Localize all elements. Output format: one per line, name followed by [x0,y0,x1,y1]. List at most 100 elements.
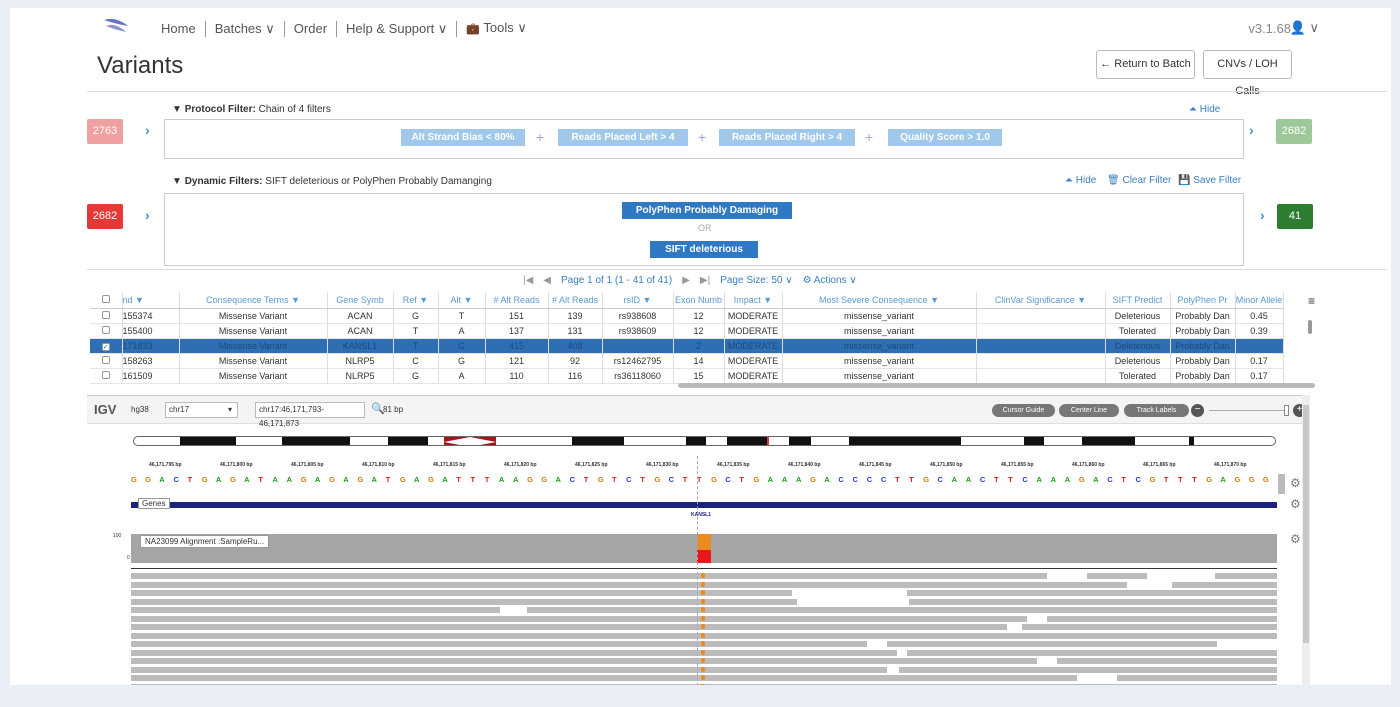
zoom-slider[interactable] [1209,410,1287,411]
filter-pill-sift[interactable]: SIFT deleterious [650,241,758,258]
page-info: Page 1 of 1 (1 - 41 of 41) [561,275,673,286]
column-header[interactable]: PolyPhen Pr [1170,292,1236,309]
protocol-filter-hide-link[interactable]: ⏶ Hide [1189,104,1220,115]
base-letter: G [711,475,717,484]
column-menu-icon[interactable]: ≡ [1308,294,1315,308]
ruler-tick-label: 46,171,865 bp [1143,462,1176,468]
base-letter: A [343,475,349,484]
locus-input[interactable]: chr17:46,171,793-46,171,873 [255,402,365,428]
column-header[interactable]: Gene Symb [327,292,394,309]
track-labels-button[interactable]: Track Labels [1124,404,1189,417]
table-row[interactable]: ✓ 171833 Missense Variant KANSL1 T G 415 408 2 MO… [90,338,1284,354]
zoom-slider-handle[interactable] [1284,405,1289,416]
ruler-tick-label: 46,171,870 bp [1214,462,1247,468]
table-row[interactable]: 158263 Missense Variant NLRP5 C G 121 92 rs1246… [90,353,1284,369]
gear-icon[interactable]: ⚙ [1290,476,1301,490]
column-header[interactable]: rsID ▼ [602,292,674,309]
cnv-loh-calls-button[interactable]: CNVs / LOH Calls [1203,50,1292,97]
nav-home[interactable]: Home [152,20,206,37]
table-cell: 121 [485,353,549,369]
centromere [470,437,496,445]
user-menu[interactable]: 👤 ∨ [1290,20,1319,36]
nav-order[interactable]: Order [285,20,338,37]
table-cell [976,308,1106,324]
row-checkbox[interactable] [90,323,123,339]
table-cell: G [393,368,439,384]
dynamic-filter-hide-link[interactable]: ⏶ Hide [1065,175,1096,186]
ruler-tick-label: 46,171,855 bp [1001,462,1034,468]
base-letter: A [965,475,972,484]
igv-genome[interactable]: hg38 [131,405,149,414]
last-page-button[interactable]: ▶| [700,275,710,286]
filter-pill-reads-right[interactable]: Reads Placed Right > 4 [719,129,855,146]
nav-batches[interactable]: Batches ∨ [206,20,285,37]
row-checkbox[interactable] [90,353,123,369]
column-header[interactable]: Consequence Terms ▼ [179,292,328,309]
table-cell: ACAN [327,323,394,339]
select-all-checkbox[interactable] [90,292,123,309]
base-letter: T [612,475,617,484]
column-header[interactable]: Impact ▼ [724,292,783,309]
column-header[interactable]: Most Severe Consequence ▼ [782,292,977,309]
first-page-button[interactable]: |◀ [523,275,533,286]
zoom-out-icon[interactable]: − [1191,404,1204,417]
chromosome-ideogram[interactable] [133,436,1276,446]
gene-track[interactable] [131,502,1277,508]
table-cell: NLRP5 [327,368,394,384]
protocol-filter-header: ▼ Protocol Filter: Chain of 4 filters [172,104,331,115]
base-letter: G [357,475,364,484]
clear-filter-link[interactable]: 🗑 Clear Filter [1107,175,1171,186]
gear-icon[interactable]: ⚙ [1290,532,1301,546]
filter-pill-strand-bias[interactable]: Alt Strand Bias < 80% [401,129,525,146]
table-cell: Probably Dan [1170,308,1236,324]
nav-tools[interactable]: 💼 Tools ∨ [457,20,536,37]
column-header[interactable]: Exon Numb [673,292,725,309]
zoom-in-icon[interactable]: + [1293,404,1302,417]
dynamic-in-count: 2682 [87,204,123,229]
table-row[interactable]: 161509 Missense Variant NLRP5 G A 110 116 rs361… [90,368,1284,384]
base-letter: G [230,475,236,484]
cursor-guide-button[interactable]: Cursor Guide [992,404,1055,417]
column-header[interactable]: Alt ▼ [438,292,486,309]
filter-pill-reads-left[interactable]: Reads Placed Left > 4 [558,129,688,146]
column-header[interactable]: Ref ▼ [393,292,439,309]
page-size-select[interactable]: Page Size: 50 ∨ [720,275,792,286]
prev-page-button[interactable]: ◀ [543,275,551,286]
igv-vertical-scrollbar[interactable] [1302,395,1310,685]
return-to-batch-button[interactable]: ← Return to Batch [1096,50,1195,79]
table-horizontal-scrollbar[interactable] [678,383,1315,388]
brand-logo-icon[interactable] [102,16,130,36]
column-header[interactable]: Minor Allele [1235,292,1284,309]
save-filter-link[interactable]: 💾 Save Filter [1178,175,1241,186]
alignment-track-label: NA23099 Alignment :SampleRu... [140,535,270,548]
table-row[interactable]: 155400 Missense Variant ACAN T A 137 131 rs9386… [90,323,1284,339]
next-page-button[interactable]: ▶ [682,275,690,286]
track-scrollbar[interactable] [1278,474,1285,494]
row-checkbox[interactable]: ✓ [90,338,123,354]
column-header[interactable]: # Alt Reads [485,292,549,309]
nav-help-support[interactable]: Help & Support ∨ [337,20,458,37]
table-row[interactable]: 155374 Missense Variant ACAN G T 151 139 rs9386… [90,308,1284,324]
table-vertical-scrollbar[interactable] [1308,320,1312,334]
actions-menu[interactable]: ⚙ Actions ∨ [803,275,857,286]
ruler-tick-label: 46,171,820 bp [504,462,537,468]
column-header[interactable]: # Alt Reads [548,292,603,309]
igv-bp-size: 81 bp [383,405,404,414]
centromere [444,437,470,445]
center-line-button[interactable]: Center Line [1059,404,1119,417]
chromosome-select[interactable]: chr17 ▾ [165,402,238,418]
base-letter: A [1220,475,1226,484]
table-cell: G [393,308,439,324]
column-header[interactable]: ClinVar Significance ▼ [976,292,1106,309]
column-header[interactable]: SIFT Predict [1105,292,1171,309]
funnel-icon: ▼ [172,104,182,115]
aligned-read [887,641,1217,647]
filter-pill-quality-score[interactable]: Quality Score > 1.0 [888,129,1002,146]
row-checkbox[interactable] [90,368,123,384]
mismatch-base [701,590,705,595]
filter-pill-polyphen[interactable]: PolyPhen Probably Damaging [622,202,792,219]
column-header[interactable]: nd ▼ [122,292,180,309]
base-letter: C [838,475,844,484]
row-checkbox[interactable] [90,308,123,324]
gear-icon[interactable]: ⚙ [1290,497,1301,511]
